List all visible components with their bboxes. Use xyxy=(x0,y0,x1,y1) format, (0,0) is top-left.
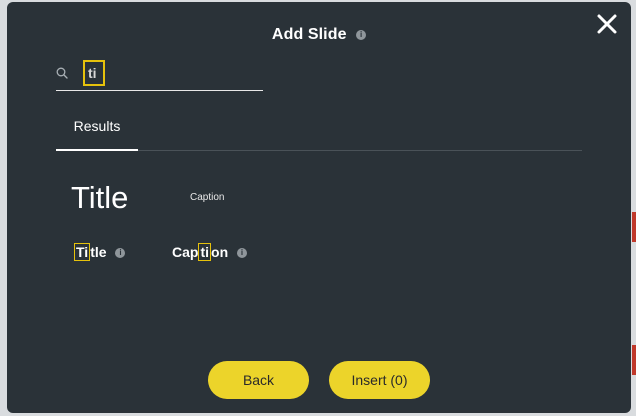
result-label-match: Ti xyxy=(74,243,91,261)
result-label-suffix: tle xyxy=(90,244,107,260)
tab-bar: Results xyxy=(56,110,582,151)
tab-results[interactable]: Results xyxy=(56,110,138,151)
search-bar xyxy=(56,58,263,91)
dialog-header: Add Slide i xyxy=(7,26,631,44)
search-icon xyxy=(56,67,68,79)
search-input[interactable] xyxy=(83,60,105,86)
info-icon[interactable]: i xyxy=(115,248,126,259)
insert-button[interactable]: Insert (0) xyxy=(329,361,430,399)
result-item-title[interactable]: Ti tle i xyxy=(74,243,126,261)
back-button[interactable]: Back xyxy=(208,361,309,399)
add-slide-dialog: Add Slide i Results Title Caption Title … xyxy=(7,2,631,413)
preview-title-text: Title xyxy=(71,180,129,215)
preview-caption-text: Caption xyxy=(190,192,225,203)
edge-tab-2 xyxy=(632,345,636,375)
info-icon[interactable]: i xyxy=(237,248,248,259)
result-label-suffix: on xyxy=(211,244,229,260)
info-icon[interactable]: i xyxy=(356,29,367,40)
result-item-caption[interactable]: Cap ti on i xyxy=(172,243,248,261)
edge-tab-1 xyxy=(632,212,636,242)
result-label-match: ti xyxy=(198,243,212,261)
result-label-prefix: Cap xyxy=(172,244,199,260)
dialog-title: Add Slide xyxy=(271,26,347,43)
